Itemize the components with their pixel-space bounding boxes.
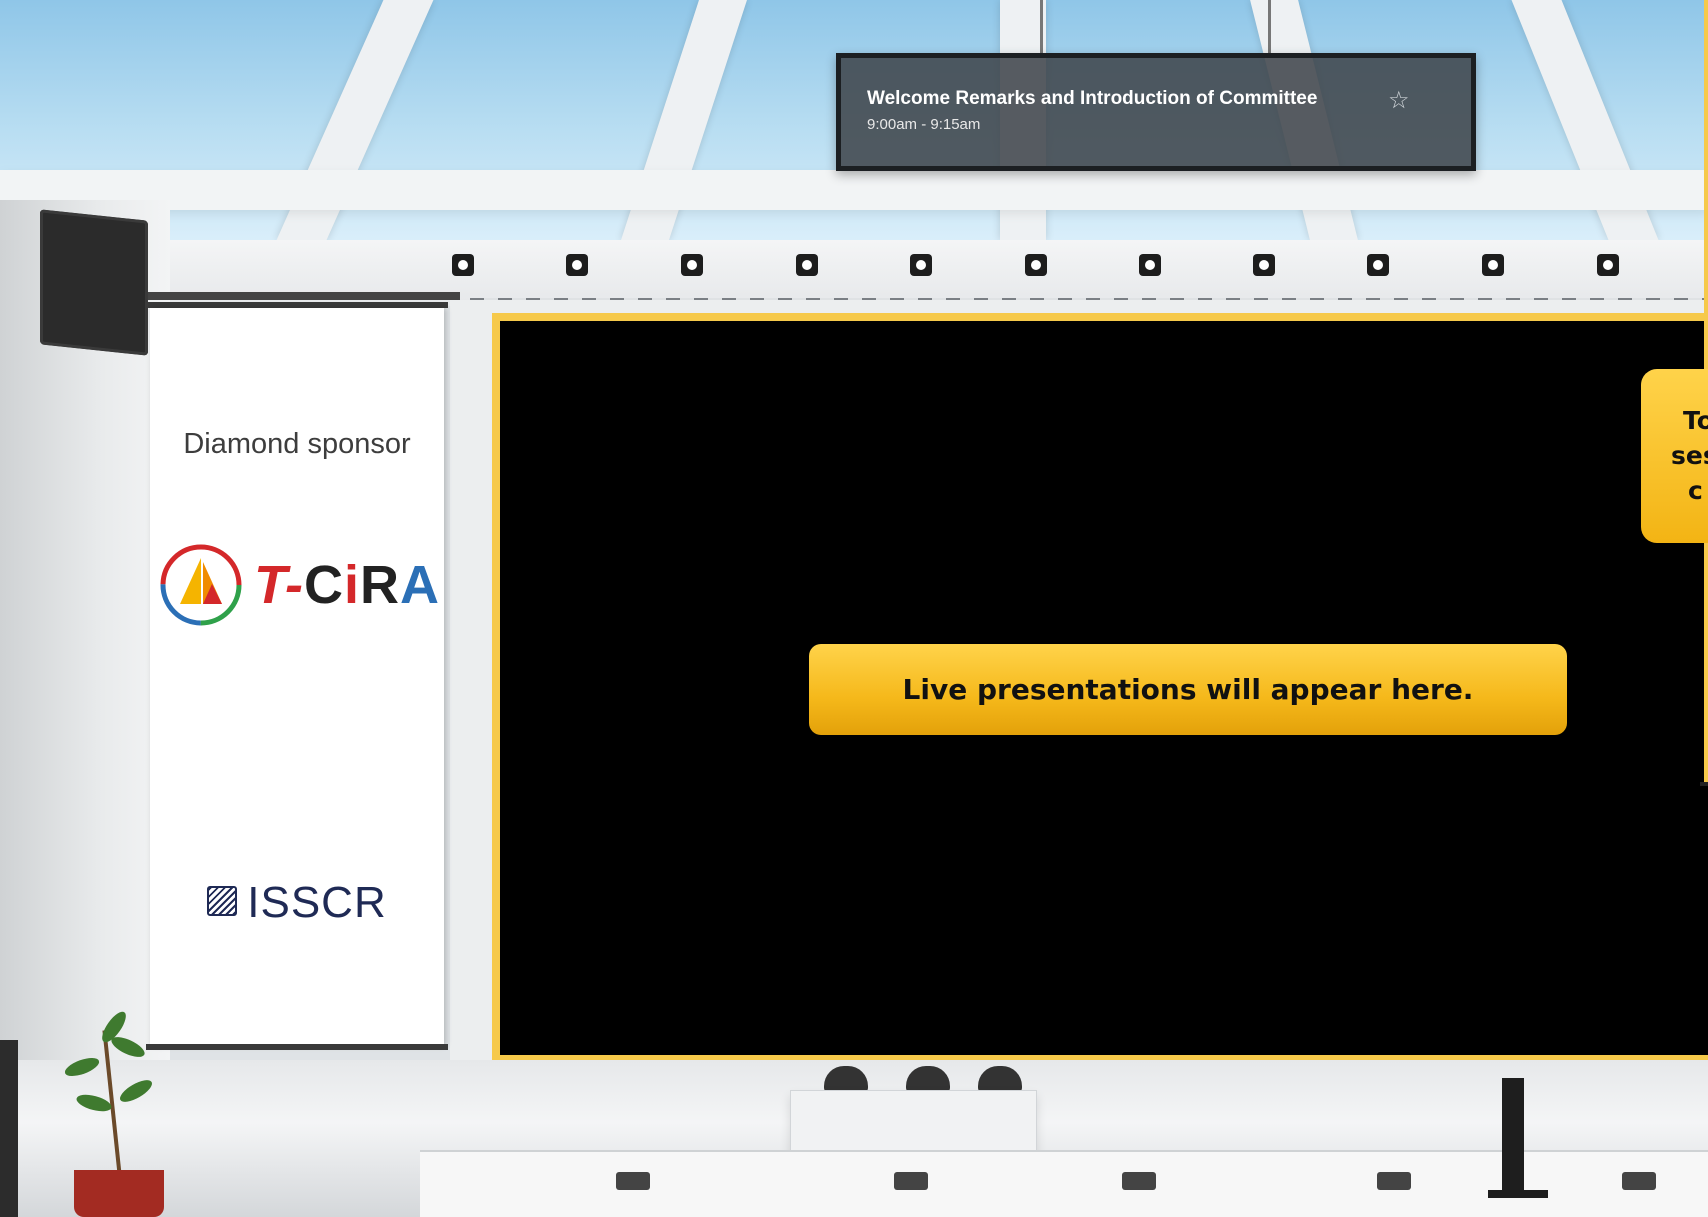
tcira-wordmark: T-CiRA xyxy=(254,555,441,615)
live-presentation-notice: Live presentations will appear here. xyxy=(809,644,1567,735)
spotlight-icon xyxy=(910,254,932,276)
spotlight-icon xyxy=(1597,254,1619,276)
spotlight-icon xyxy=(566,254,588,276)
sign-wire xyxy=(1040,0,1043,54)
floor-light-icon xyxy=(616,1172,650,1190)
spotlight-icon xyxy=(1367,254,1389,276)
spotlight-icon xyxy=(1253,254,1275,276)
sponsor-tier-label: Diamond sponsor xyxy=(183,428,411,460)
isscr-emblem-icon xyxy=(207,886,238,917)
speaker-icon xyxy=(40,209,148,356)
spotlight-icon xyxy=(1482,254,1504,276)
side-note-line: c xyxy=(1688,476,1703,505)
plant-pot xyxy=(74,1170,164,1217)
spotlight-icon xyxy=(452,254,474,276)
wall-baseboard xyxy=(0,1040,18,1217)
banner-bottom-rod xyxy=(146,1044,448,1050)
ceiling-crossbeam xyxy=(0,170,1708,210)
speaker-mount xyxy=(140,292,460,300)
spotlight-icon xyxy=(1139,254,1161,276)
side-note-line: ses xyxy=(1671,441,1708,470)
isscr-wordmark: ISSCR xyxy=(247,878,387,927)
floor-light-icon xyxy=(1622,1172,1656,1190)
floor-light-icon xyxy=(1122,1172,1156,1190)
side-info-note[interactable]: To ses c xyxy=(1641,369,1708,543)
side-note-line: To xyxy=(1683,406,1708,435)
sponsor-banner[interactable]: Diamond sponsor T-CiRA ISSCR xyxy=(150,308,444,1046)
spotlight-icon xyxy=(681,254,703,276)
tcira-logo[interactable]: T-CiRA xyxy=(156,540,442,632)
tcira-emblem-icon xyxy=(160,544,242,626)
isscr-logo[interactable]: ISSCR xyxy=(150,878,444,928)
favorite-star-icon[interactable]: ☆ xyxy=(1388,88,1410,112)
virtual-auditorium: Diamond sponsor T-CiRA ISSCR Welcome Rem… xyxy=(0,0,1708,1217)
session-time: 9:00am - 9:15am xyxy=(867,116,981,133)
lectern xyxy=(1502,1078,1524,1196)
side-panel-corner xyxy=(1700,782,1708,786)
lectern-base xyxy=(1488,1190,1548,1198)
session-title: Welcome Remarks and Introduction of Comm… xyxy=(867,88,1318,109)
session-info-sign[interactable]: Welcome Remarks and Introduction of Comm… xyxy=(836,53,1476,171)
spotlight-icon xyxy=(1025,254,1047,276)
spotlight-icon xyxy=(796,254,818,276)
floor-light-icon xyxy=(894,1172,928,1190)
sign-wire xyxy=(1268,0,1271,54)
floor-light-icon xyxy=(1377,1172,1411,1190)
